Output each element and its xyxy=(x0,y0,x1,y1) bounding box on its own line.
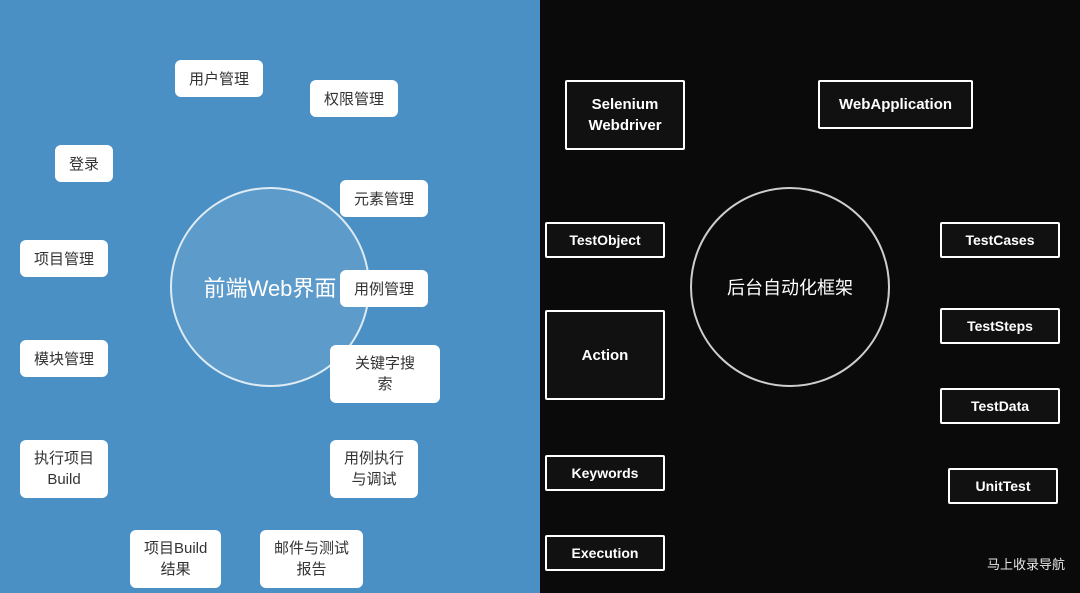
right-panel: 后台自动化框架 SeleniumWebdriver WebApplication… xyxy=(540,0,1080,593)
left-panel: 前端Web界面 用户管理 权限管理 登录 元素管理 项目管理 用例管理 模块管理… xyxy=(0,0,540,593)
node-user-mgmt: 用户管理 xyxy=(175,60,263,97)
node-selenium: SeleniumWebdriver xyxy=(565,80,685,150)
left-circle-label: 前端Web界面 xyxy=(204,271,337,303)
right-circle-label: 后台自动化框架 xyxy=(727,274,853,300)
node-unit-test: UnitTest xyxy=(948,468,1058,504)
node-proj-build: 项目Build结果 xyxy=(130,530,221,588)
node-module-mgmt: 模块管理 xyxy=(20,340,108,377)
node-login: 登录 xyxy=(55,145,113,182)
node-case-exec: 用例执行与调试 xyxy=(330,440,418,498)
right-circle: 后台自动化框架 xyxy=(690,187,890,387)
node-test-steps: TestSteps xyxy=(940,308,1060,344)
node-case-mgmt: 用例管理 xyxy=(340,270,428,307)
node-test-object: TestObject xyxy=(545,222,665,258)
node-mail-test: 邮件与测试报告 xyxy=(260,530,363,588)
node-execution: Execution xyxy=(545,535,665,571)
node-keyword-search: 关键字搜索 xyxy=(330,345,440,403)
node-elem-mgmt: 元素管理 xyxy=(340,180,428,217)
node-test-data: TestData xyxy=(940,388,1060,424)
node-action: Action xyxy=(545,310,665,400)
node-exec-proj: 执行项目Build xyxy=(20,440,108,498)
node-webapp: WebApplication xyxy=(818,80,973,129)
node-test-cases: TestCases xyxy=(940,222,1060,258)
watermark: 马上收录导航 xyxy=(987,554,1065,573)
node-perm-mgmt: 权限管理 xyxy=(310,80,398,117)
node-keywords: Keywords xyxy=(545,455,665,491)
node-proj-mgmt: 项目管理 xyxy=(20,240,108,277)
